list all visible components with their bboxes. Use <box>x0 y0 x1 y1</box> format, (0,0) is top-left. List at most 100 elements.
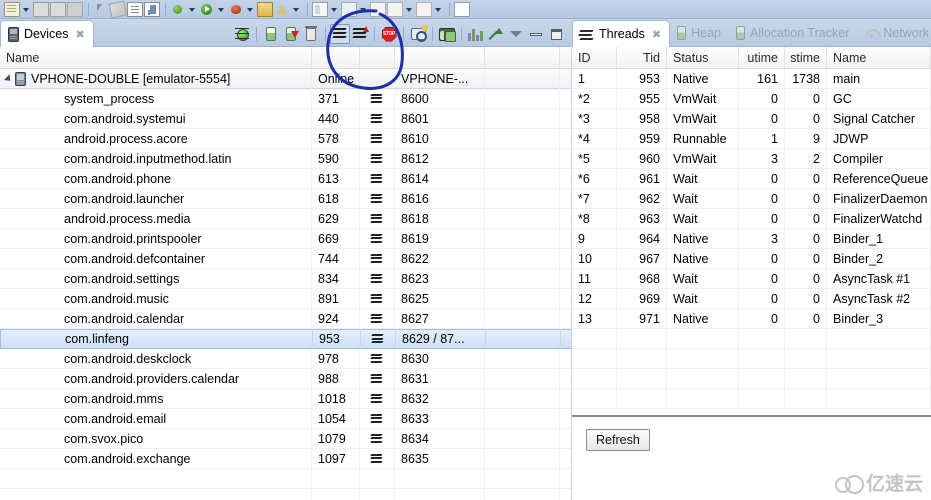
thread-row[interactable]: *7 962 Wait 0 0 FinalizerDaemon <box>572 188 931 209</box>
eclipse-global-toolbar[interactable] <box>0 0 931 19</box>
expander-icon[interactable] <box>3 73 14 84</box>
process-debug-cell[interactable] <box>360 448 395 469</box>
process-debug-cell[interactable] <box>360 288 395 309</box>
update-heap-button[interactable] <box>261 24 281 44</box>
process-debug-cell[interactable] <box>360 248 395 269</box>
process-row[interactable]: com.android.printspooler 669 8619 <box>0 228 572 249</box>
open-perspective-icon[interactable] <box>454 1 470 17</box>
process-row[interactable]: android.process.media 629 8618 <box>0 208 572 229</box>
close-icon[interactable]: ✖ <box>652 28 661 41</box>
threads-col-header-id[interactable]: ID <box>572 46 617 69</box>
process-row[interactable]: com.android.phone 613 8614 <box>0 168 572 189</box>
process-debug-cell[interactable] <box>360 168 395 189</box>
tab-devices[interactable]: Devices ✖ <box>0 20 94 47</box>
open-folder-icon[interactable] <box>257 1 273 17</box>
threads-col-header-utime[interactable]: utime <box>739 46 785 69</box>
process-debug-cell[interactable] <box>360 428 395 449</box>
process-row[interactable]: com.android.launcher 618 8616 <box>0 188 572 209</box>
process-row[interactable]: system_process 371 8600 <box>0 88 572 109</box>
thread-row[interactable]: 10 967 Native 0 0 Binder_2 <box>572 248 931 269</box>
maximize-button[interactable] <box>546 24 566 44</box>
outline-icon[interactable] <box>127 1 143 17</box>
devices-col-header-debug[interactable] <box>360 46 395 69</box>
screen-capture-button[interactable] <box>408 24 428 44</box>
system-information-button[interactable] <box>466 24 486 44</box>
thread-row[interactable]: *6 961 Wait 0 0 ReferenceQueue <box>572 168 931 189</box>
thread-row[interactable]: *8 963 Wait 0 0 FinalizerWatchd <box>572 208 931 229</box>
reset-adb-button[interactable] <box>486 24 506 44</box>
device-row[interactable]: VPHONE-DOUBLE [emulator-5554] Online VPHON… <box>0 68 572 89</box>
tab-heap[interactable]: Heap <box>670 20 729 46</box>
dropdown-arrow-icon[interactable] <box>291 2 300 17</box>
thread-row[interactable]: *5 960 VmWait 3 2 Compiler <box>572 148 931 169</box>
tab-network-s[interactable]: Network S <box>857 20 931 46</box>
new-icon[interactable] <box>4 1 20 17</box>
process-debug-cell[interactable] <box>360 128 395 149</box>
dropdown-arrow-icon[interactable] <box>404 2 413 17</box>
dump-hprof-button[interactable] <box>281 24 301 44</box>
thread-row[interactable]: 13 971 Native 0 0 Binder_3 <box>572 308 931 329</box>
thread-row[interactable]: *4 959 Runnable 1 9 JDWP <box>572 128 931 149</box>
dropdown-arrow-icon[interactable] <box>187 2 196 17</box>
cause-gc-button[interactable] <box>301 24 321 44</box>
thread-row[interactable]: 11 968 Wait 0 0 AsyncTask #1 <box>572 268 931 289</box>
tab-allocation-tracker[interactable]: Allocation Tracker <box>729 20 857 46</box>
blank-icon[interactable] <box>416 1 432 17</box>
view-menu-button[interactable] <box>506 24 526 44</box>
process-debug-cell[interactable] <box>360 408 395 429</box>
blank-icon[interactable] <box>370 1 386 17</box>
dropdown-arrow-icon[interactable] <box>433 2 442 17</box>
threads-col-header-stime[interactable]: stime <box>785 46 827 69</box>
threads-col-header-name[interactable]: Name <box>827 46 931 69</box>
save-icon[interactable] <box>33 1 49 17</box>
cursor-icon[interactable] <box>93 2 109 17</box>
process-debug-cell[interactable] <box>360 88 395 109</box>
external-tools-icon[interactable] <box>228 2 244 17</box>
update-threads-button[interactable] <box>330 24 350 44</box>
pen-icon[interactable] <box>108 0 128 18</box>
stop-process-button[interactable]: STOP <box>379 24 399 44</box>
process-row[interactable]: com.svox.pico 1079 8634 <box>0 428 572 449</box>
process-row[interactable]: com.android.mms 1018 8632 <box>0 388 572 409</box>
process-row[interactable]: com.android.calendar 924 8627 <box>0 308 572 329</box>
dropdown-arrow-icon[interactable] <box>21 2 30 17</box>
minimize-button[interactable] <box>526 24 546 44</box>
start-method-profiling-button[interactable] <box>350 24 370 44</box>
process-row[interactable]: com.android.exchange 1097 8635 <box>0 448 572 469</box>
thread-row[interactable]: 1 953 Native 161 1738 main <box>572 68 931 89</box>
perspective-icon[interactable] <box>341 1 357 17</box>
process-row[interactable]: com.android.music 891 8625 <box>0 288 572 309</box>
editor-icon[interactable] <box>312 1 328 17</box>
process-row[interactable]: com.android.deskclock 978 8630 <box>0 348 572 369</box>
dropdown-arrow-icon[interactable] <box>216 2 225 17</box>
process-row[interactable]: android.process.acore 578 8610 <box>0 128 572 149</box>
threads-col-header-tid[interactable]: Tid <box>617 46 667 69</box>
process-debug-cell[interactable] <box>360 108 395 129</box>
process-row[interactable]: com.android.systemui 440 8601 <box>0 108 572 129</box>
process-row[interactable]: com.android.defcontainer 744 8622 <box>0 248 572 269</box>
thread-row[interactable]: *2 955 VmWait 0 0 GC <box>572 88 931 109</box>
process-debug-cell[interactable] <box>360 308 395 329</box>
screen-record-button[interactable] <box>437 24 457 44</box>
process-debug-cell[interactable] <box>360 208 395 229</box>
blank-icon[interactable] <box>387 1 403 17</box>
process-row[interactable]: com.android.providers.calendar 988 8631 <box>0 368 572 389</box>
process-row[interactable]: com.android.settings 834 8623 <box>0 268 572 289</box>
thread-row[interactable]: *3 958 VmWait 0 0 Signal Catcher <box>572 108 931 129</box>
bars-icon[interactable] <box>144 1 160 17</box>
process-debug-cell[interactable] <box>360 228 395 249</box>
process-debug-cell[interactable] <box>361 329 396 349</box>
close-icon[interactable]: ✖ <box>75 28 84 41</box>
dropdown-arrow-icon[interactable] <box>245 2 254 17</box>
run-icon[interactable] <box>199 2 215 17</box>
debug-process-button[interactable] <box>232 24 252 44</box>
tab-threads[interactable]: Threads ✖ <box>572 20 671 47</box>
process-debug-cell[interactable] <box>360 188 395 209</box>
process-debug-cell[interactable] <box>360 268 395 289</box>
refresh-button[interactable]: Refresh <box>586 429 650 451</box>
process-row[interactable]: com.android.email 1054 8633 <box>0 408 572 429</box>
android-sdk-icon[interactable] <box>274 2 290 17</box>
process-row[interactable]: com.linfeng 953 8629 / 87... <box>0 329 572 349</box>
devices-col-header-pid[interactable] <box>312 46 360 69</box>
process-debug-cell[interactable] <box>360 148 395 169</box>
